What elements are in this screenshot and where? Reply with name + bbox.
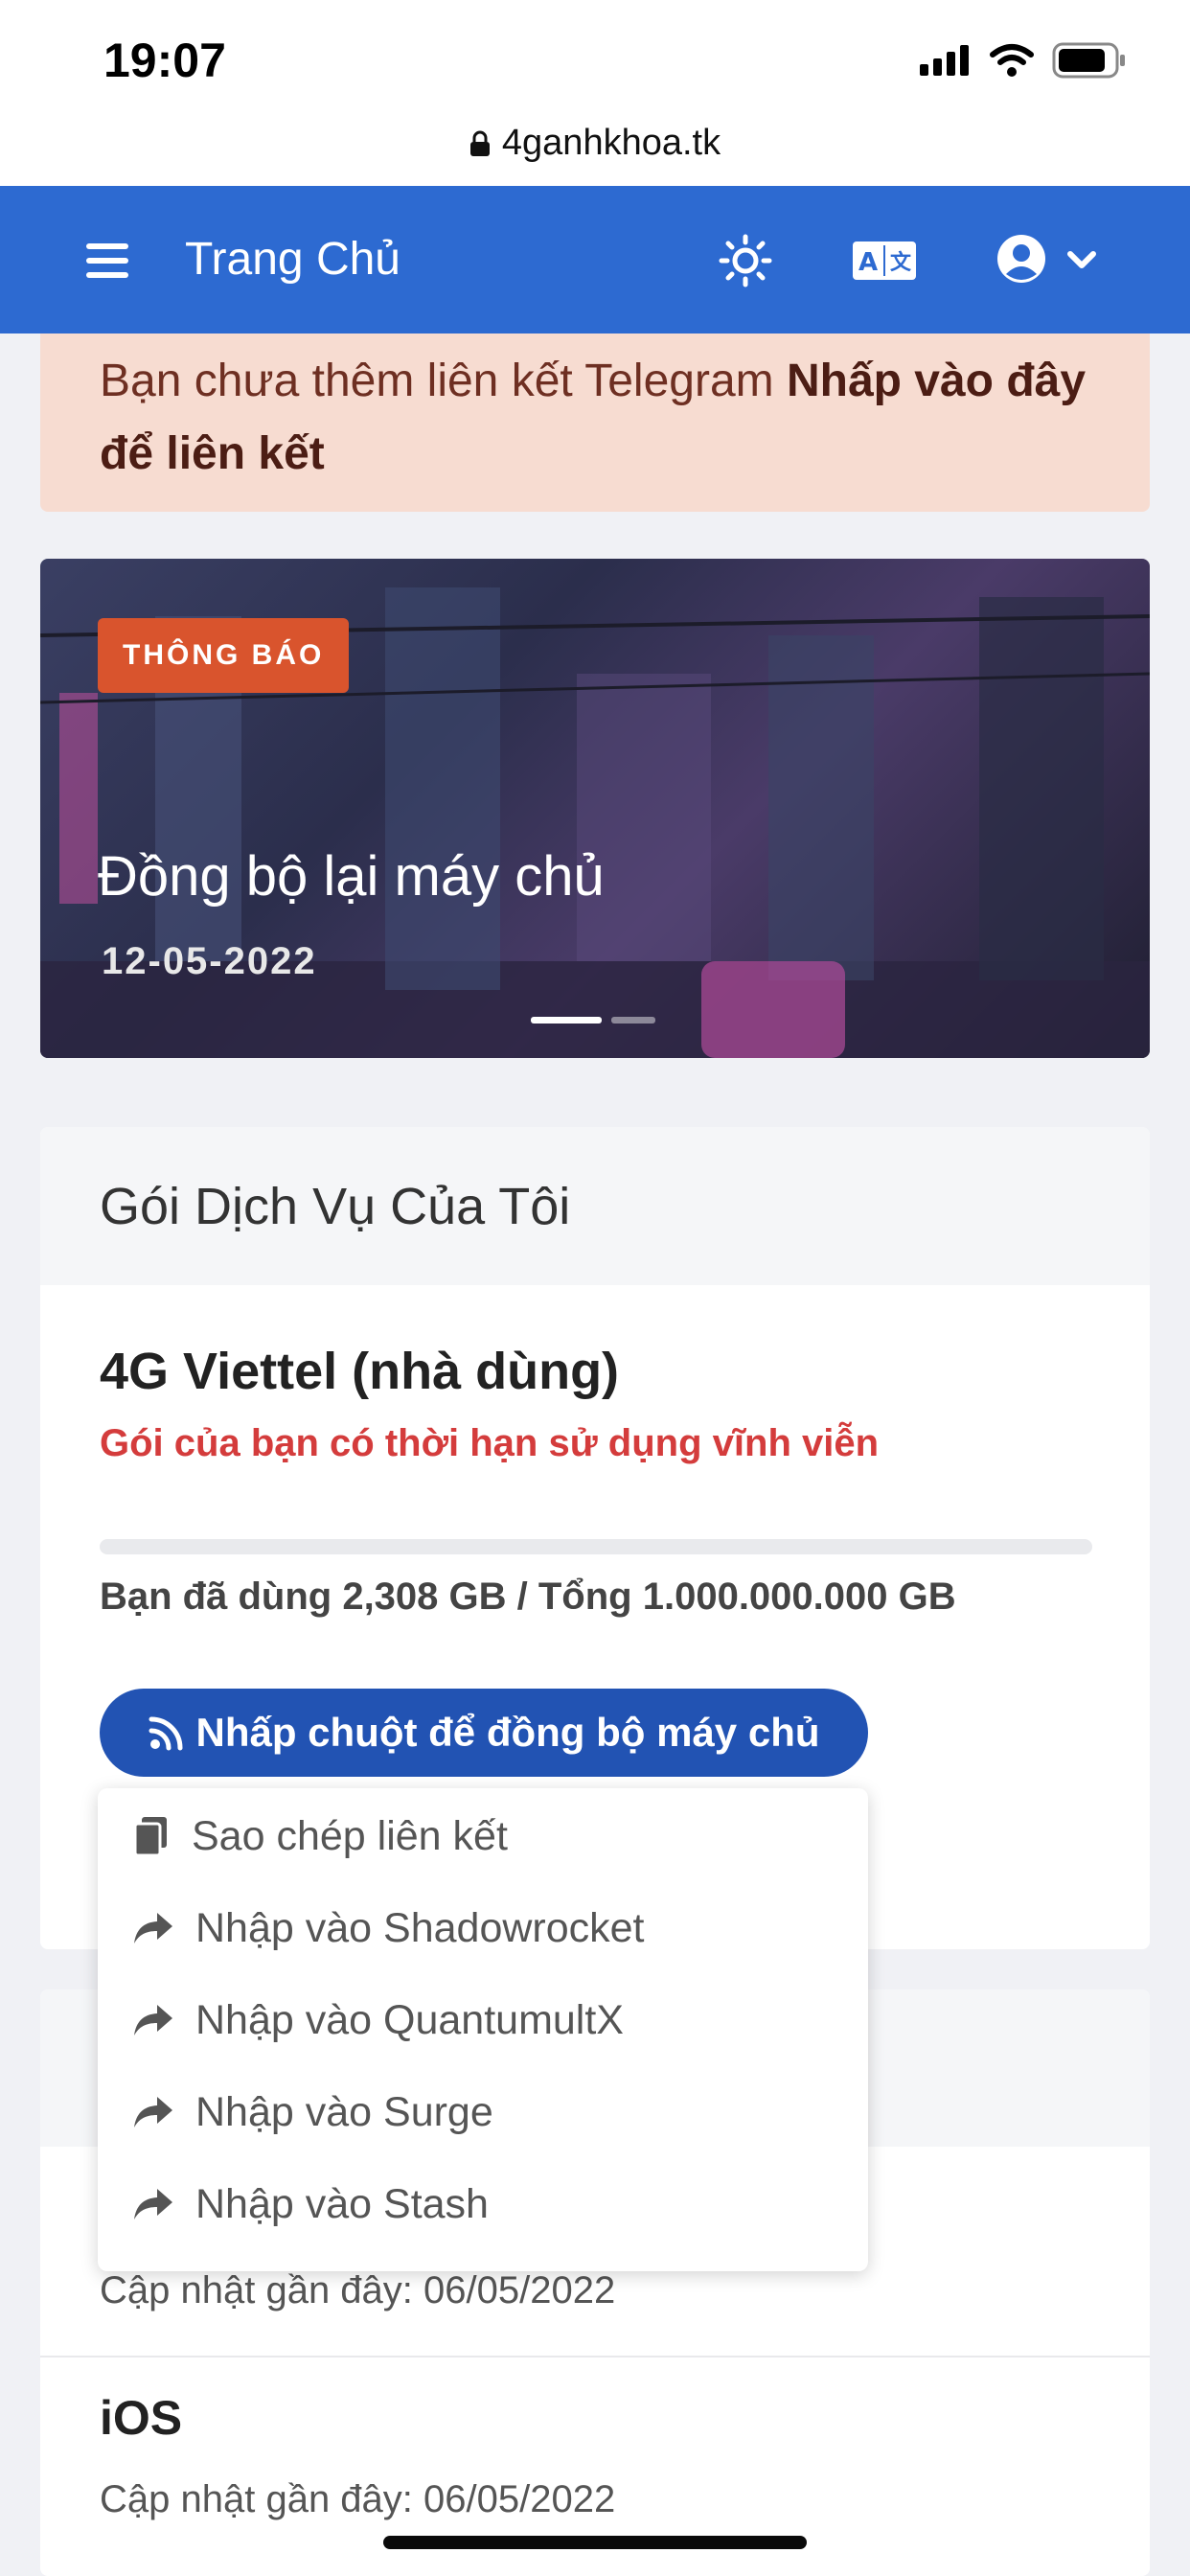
menu-item-surge[interactable]: Nhập vào Surge: [132, 2066, 493, 2158]
menu-item-quantumultx[interactable]: Nhập vào QuantumultX: [132, 1974, 624, 2066]
svg-text:A: A: [858, 248, 878, 277]
menu-item-copy-link[interactable]: Sao chép liên kết: [132, 1790, 508, 1882]
banner-badge: THÔNG BÁO: [98, 618, 350, 693]
browser-url-bar[interactable]: 4ganhkhoa.tk: [0, 117, 1190, 186]
banner-title: Đồng bộ lại máy chủ: [98, 845, 605, 908]
menu-item-label: Sao chép liên kết: [192, 1812, 508, 1859]
plan-name: 4G Viettel (nhà dùng): [100, 1343, 620, 1400]
menu-item-label: Nhập vào QuantumultX: [195, 1996, 624, 2043]
lock-icon: [469, 130, 490, 156]
rss-icon: [149, 1716, 182, 1751]
announcement-banner[interactable]: THÔNG BÁO Đồng bộ lại máy chủ 12-05-2022: [40, 559, 1150, 1058]
status-icons: [920, 42, 1127, 79]
alert-text: Bạn chưa thêm liên kết Telegram: [100, 356, 787, 406]
page-title: Trang Chủ: [185, 234, 400, 285]
sync-server-button[interactable]: Nhấp chuột để đồng bộ máy chủ: [100, 1689, 868, 1777]
share-arrow-icon: [134, 2097, 172, 2128]
carousel-dot[interactable]: [611, 1017, 655, 1024]
language-translate-icon[interactable]: A 文: [853, 242, 916, 280]
usage-progress-bar: [100, 1539, 1092, 1554]
app-name-ios: iOS: [100, 2391, 183, 2445]
share-arrow-icon: [134, 2005, 172, 2036]
battery-icon: [1052, 42, 1125, 79]
share-arrow-icon: [134, 2189, 172, 2220]
wifi-icon: [990, 44, 1034, 77]
chevron-down-icon[interactable]: [1065, 243, 1098, 276]
app-header: Trang Chủ A 文: [0, 186, 1190, 334]
banner-date: 12-05-2022: [102, 940, 317, 982]
sync-dropdown-menu: Sao chép liên kết Nhập vào Shadowrocket …: [98, 1788, 868, 2271]
card-title: Gói Dịch Vụ Của Tôi: [100, 1178, 571, 1235]
url-text: 4ganhkhoa.tk: [501, 123, 721, 163]
menu-item-label: Nhập vào Surge: [195, 2088, 493, 2135]
signal-icon: [920, 45, 969, 76]
menu-item-shadowrocket[interactable]: Nhập vào Shadowrocket: [132, 1882, 645, 1974]
alert-message: Bạn chưa thêm liên kết Telegram Nhấp vào…: [100, 345, 1115, 491]
menu-item-label: Nhập vào Shadowrocket: [195, 1904, 645, 1951]
telegram-alert: Bạn chưa thêm liên kết Telegram Nhấp vào…: [40, 334, 1150, 512]
divider: [40, 2356, 1150, 2358]
menu-item-label: Nhập vào Stash: [195, 2180, 489, 2227]
theme-toggle-sun-icon[interactable]: [719, 234, 772, 288]
status-bar: 19:07: [0, 0, 1190, 117]
copy-icon: [133, 1817, 167, 1857]
home-indicator: [383, 2536, 807, 2549]
app-updated-text: Cập nhật gần đây: 06/05/2022: [100, 2478, 616, 2520]
svg-text:文: 文: [890, 250, 912, 275]
usage-text: Bạn đã dùng 2,308 GB / Tổng 1.000.000.00…: [100, 1576, 956, 1618]
carousel-dot-active[interactable]: [531, 1017, 602, 1024]
menu-item-stash[interactable]: Nhập vào Stash: [132, 2158, 489, 2250]
plan-expiry: Gói của bạn có thời hạn sử dụng vĩnh viễ…: [100, 1422, 880, 1464]
user-account-icon[interactable]: [996, 234, 1046, 284]
status-time: 19:07: [103, 34, 226, 87]
app-updated-text: Cập nhật gần đây: 06/05/2022: [100, 2269, 616, 2312]
sync-button-label: Nhấp chuột để đồng bộ máy chủ: [195, 1710, 820, 1755]
share-arrow-icon: [134, 1913, 172, 1944]
hamburger-menu-icon[interactable]: [86, 243, 128, 278]
